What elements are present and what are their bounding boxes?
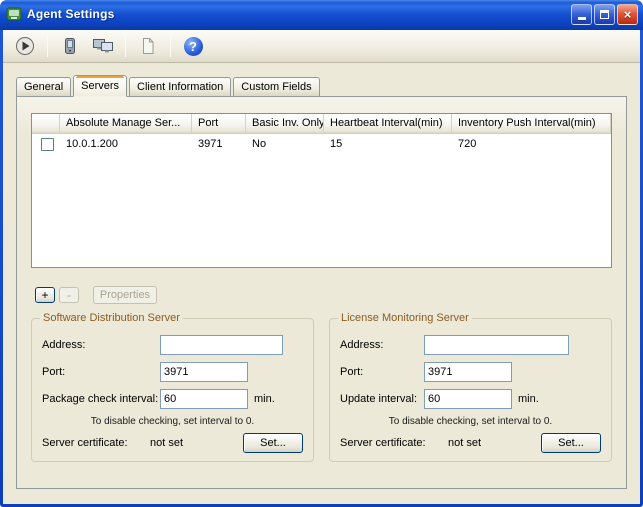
tab-custom-fields[interactable]: Custom Fields: [233, 77, 320, 96]
lms-set-certificate-button[interactable]: Set...: [541, 433, 601, 453]
lms-certificate-value: not set: [448, 437, 482, 449]
cell-heartbeat-interval: 15: [330, 138, 343, 150]
sds-port-input[interactable]: [160, 362, 248, 382]
column-header-inventory-push[interactable]: Inventory Push Interval(min): [452, 114, 611, 133]
toolbar-separator: [47, 35, 48, 57]
lms-port-label: Port:: [340, 366, 364, 378]
maximize-button[interactable]: [594, 3, 615, 25]
minimize-button[interactable]: [571, 3, 592, 25]
license-monitoring-group: License Monitoring Server Address: Port:…: [329, 312, 612, 462]
close-button[interactable]: ×: [617, 3, 638, 25]
column-header-server[interactable]: Absolute Manage Ser...: [60, 114, 192, 133]
toolbar-separator: [170, 35, 171, 57]
execute-toolbar-button[interactable]: [11, 33, 39, 59]
mobile-device-icon: [65, 38, 75, 54]
window-body: ? General Servers Client Information Cus…: [3, 30, 640, 504]
help-toolbar-button[interactable]: ?: [179, 33, 207, 59]
lms-address-input[interactable]: [424, 335, 569, 355]
file-toolbar-button[interactable]: [134, 33, 162, 59]
sds-address-row: Address:: [42, 335, 303, 355]
column-header-port[interactable]: Port: [192, 114, 246, 133]
column-header-checkbox[interactable]: [32, 114, 60, 133]
sds-port-label: Port:: [42, 366, 66, 378]
toolbar-separator: [125, 35, 126, 57]
lms-address-label: Address:: [340, 339, 384, 351]
tab-general[interactable]: General: [16, 77, 72, 96]
lms-interval-unit: min.: [518, 393, 539, 405]
tab-client-information[interactable]: Client Information: [129, 77, 232, 96]
sds-certificate-label: Server certificate:: [42, 437, 128, 449]
app-icon: [6, 7, 22, 21]
cell-basic-inv-only: No: [252, 138, 267, 150]
remove-server-button[interactable]: -: [59, 287, 79, 303]
lms-port-row: Port:: [340, 362, 601, 382]
servers-tab-panel: Absolute Manage Ser... Port Basic Inv. O…: [16, 96, 627, 489]
software-distribution-group: Software Distribution Server Address: Po…: [31, 312, 314, 462]
software-distribution-group-title: Software Distribution Server: [40, 312, 183, 324]
sds-port-row: Port:: [42, 362, 303, 382]
server-table: Absolute Manage Ser... Port Basic Inv. O…: [31, 113, 612, 268]
agent-settings-window: Agent Settings × ? General Servers Clien…: [0, 0, 643, 507]
properties-button[interactable]: Properties: [93, 286, 157, 304]
tab-servers[interactable]: Servers: [73, 75, 128, 97]
lms-address-row: Address:: [340, 335, 601, 355]
cell-inventory-push-interval: 720: [458, 138, 477, 150]
column-header-heartbeat[interactable]: Heartbeat Interval(min): [324, 114, 452, 133]
tab-bar: General Servers Client Information Custo…: [16, 75, 627, 97]
server-row-checkbox[interactable]: [40, 137, 54, 151]
license-monitoring-group-title: License Monitoring Server: [338, 312, 472, 324]
title-bar[interactable]: Agent Settings ×: [0, 0, 643, 30]
computers-icon: [93, 39, 113, 53]
sds-interval-row: Package check interval: min.: [42, 389, 303, 409]
help-icon: ?: [183, 36, 203, 56]
mobile-device-toolbar-button[interactable]: [56, 33, 84, 59]
server-settings-groups: Software Distribution Server Address: Po…: [31, 312, 612, 462]
cell-server-address: 10.0.1.200: [66, 138, 118, 150]
lms-interval-label: Update interval:: [340, 393, 418, 405]
lms-port-input[interactable]: [424, 362, 512, 382]
sds-address-input[interactable]: [160, 335, 283, 355]
lms-certificate-label: Server certificate:: [340, 437, 426, 449]
maximize-icon: [600, 9, 609, 19]
lms-interval-note: To disable checking, set interval to 0.: [388, 416, 553, 427]
window-title: Agent Settings: [27, 7, 115, 21]
execute-icon: [16, 37, 34, 55]
row-checkbox-cell: [32, 137, 60, 151]
sds-interval-input[interactable]: [160, 389, 248, 409]
server-table-header: Absolute Manage Ser... Port Basic Inv. O…: [32, 114, 611, 134]
sds-interval-note: To disable checking, set interval to 0.: [90, 416, 255, 427]
lms-interval-row: Update interval: min.: [340, 389, 601, 409]
sds-set-certificate-button[interactable]: Set...: [243, 433, 303, 453]
cell-port: 3971: [198, 138, 223, 150]
window-controls: ×: [571, 3, 638, 25]
file-icon: [143, 38, 154, 54]
computers-toolbar-button[interactable]: [89, 33, 117, 59]
sds-address-label: Address:: [42, 339, 86, 351]
sds-certificate-value: not set: [150, 437, 184, 449]
toolbar: ?: [3, 30, 640, 63]
list-button-row: + - Properties: [35, 286, 626, 304]
sds-interval-label: Package check interval:: [42, 393, 159, 405]
close-icon: ×: [623, 6, 632, 22]
table-row[interactable]: 10.0.1.200 3971 No 15 720: [32, 134, 611, 154]
column-header-basic-inv[interactable]: Basic Inv. Only: [246, 114, 324, 133]
lms-certificate-row: Server certificate: not set Set...: [340, 433, 601, 453]
minimize-icon: [577, 17, 586, 20]
lms-interval-input[interactable]: [424, 389, 512, 409]
sds-interval-unit: min.: [254, 393, 275, 405]
sds-certificate-row: Server certificate: not set Set...: [42, 433, 303, 453]
add-server-button[interactable]: +: [35, 287, 55, 303]
